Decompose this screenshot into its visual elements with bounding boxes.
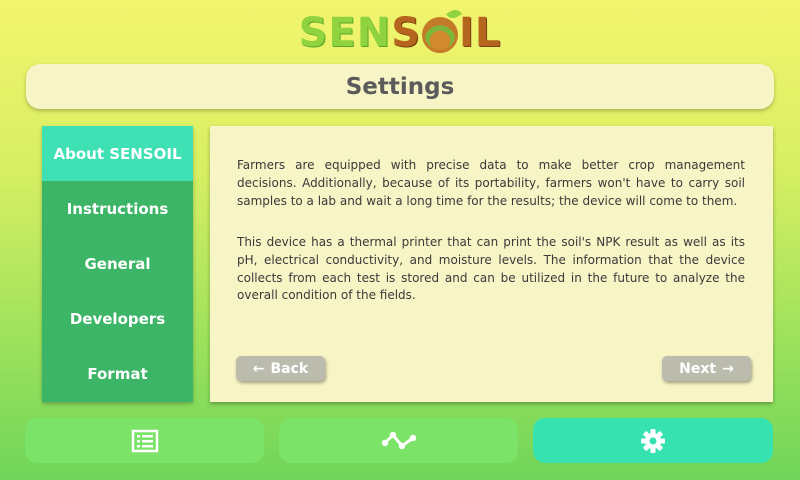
back-button[interactable]: ← Back (236, 356, 325, 381)
logo-text-il: IL (459, 10, 502, 56)
bottom-nav-settings-button[interactable] (533, 418, 773, 463)
sidebar-item-label: General (84, 254, 151, 273)
bottom-nav-list-button[interactable] (25, 418, 264, 463)
sidebar-item-label: Developers (69, 310, 166, 329)
arrow-right-icon: → (722, 360, 734, 377)
list-icon (131, 429, 158, 452)
back-button-label: Back (270, 360, 309, 377)
sidebar-item-about-sensoil[interactable]: About SENSOIL (42, 126, 193, 182)
sidebar-item-label: Instructions (66, 199, 169, 218)
settings-sidebar: About SENSOIL Instructions General Devel… (42, 126, 193, 402)
sensoil-logo: SEN S IL (0, 7, 800, 56)
gear-icon (641, 428, 665, 453)
chart-line-icon (381, 431, 416, 449)
sidebar-item-general[interactable]: General (42, 236, 193, 291)
bottom-nav-chart-button[interactable] (279, 418, 518, 463)
sidebar-item-format[interactable]: Format (42, 347, 193, 402)
about-paragraph-2: This device has a thermal printer that c… (237, 235, 745, 303)
page-title: Settings (345, 73, 455, 100)
sidebar-item-label: About SENSOIL (53, 144, 182, 163)
header-bar: Settings (26, 64, 774, 109)
arrow-left-icon: ← (252, 360, 265, 377)
logo-soil-emblem-icon (422, 7, 463, 53)
sidebar-item-developers[interactable]: Developers (42, 292, 193, 347)
logo-text-sen: SEN (298, 10, 392, 56)
next-button[interactable]: Next → (662, 356, 751, 381)
sidebar-item-label: Format (87, 365, 148, 384)
about-content-panel: Farmers are equipped with precise data t… (210, 126, 773, 402)
logo-text-s: S (391, 10, 422, 56)
sidebar-item-instructions[interactable]: Instructions (42, 181, 193, 236)
about-paragraph-1: Farmers are equipped with precise data t… (237, 158, 745, 208)
next-button-label: Next (679, 360, 717, 377)
